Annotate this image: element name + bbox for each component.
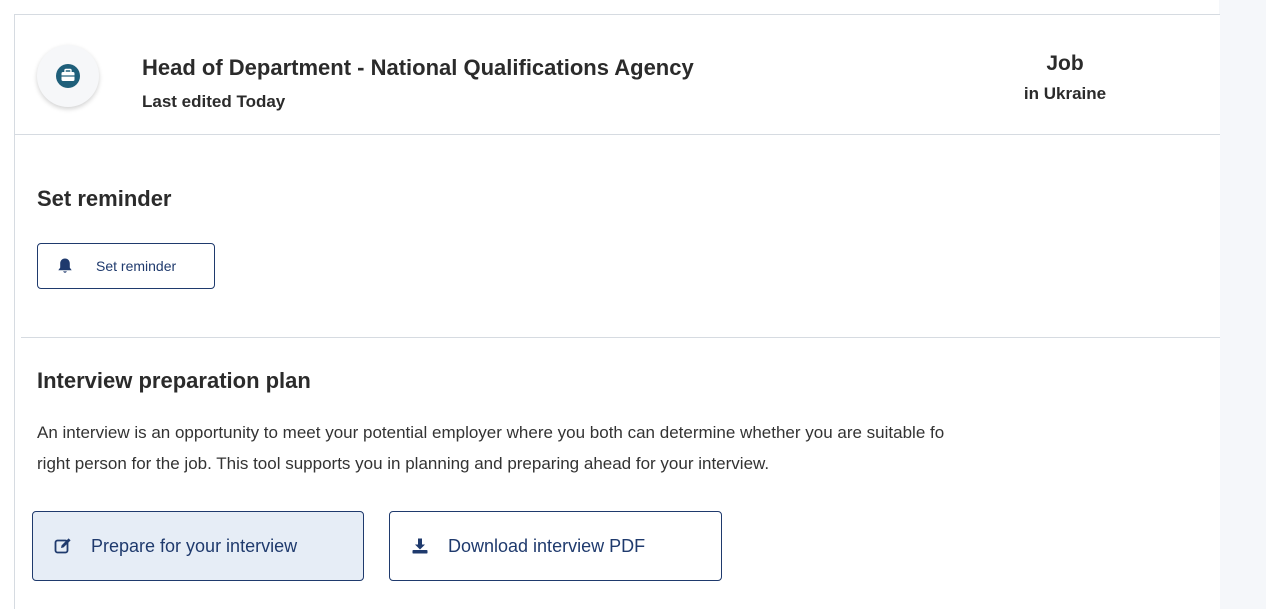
avatar (37, 45, 99, 107)
download-icon (410, 536, 430, 556)
last-edited-label: Last edited Today (142, 92, 286, 111)
job-title: Head of Department - National Qualificat… (142, 55, 694, 80)
set-reminder-button[interactable]: Set reminder (37, 243, 215, 289)
reminder-section-title: Set reminder (37, 186, 172, 211)
section-divider (21, 337, 1220, 338)
interview-section: Interview preparation plan (37, 368, 311, 394)
job-location-label: in Ukraine (1023, 84, 1107, 103)
interview-description-line-2: right person for the job. This tool supp… (37, 454, 770, 473)
page: Head of Department - National Qualificat… (0, 0, 1266, 609)
reminder-section: Set reminder (37, 186, 172, 212)
card-header: Head of Department - National Qualificat… (15, 15, 1220, 135)
interview-description: An interview is an opportunity to meet y… (37, 417, 1220, 479)
right-gutter (1219, 0, 1266, 609)
set-reminder-button-label: Set reminder (96, 258, 177, 274)
interview-description-line-1: An interview is an opportunity to meet y… (37, 423, 945, 442)
briefcase-icon (56, 64, 80, 88)
interview-section-title: Interview preparation plan (37, 368, 311, 393)
download-interview-pdf-button[interactable]: Download interview PDF (389, 511, 722, 581)
download-interview-pdf-button-label: Download interview PDF (448, 535, 646, 556)
edit-icon (53, 536, 73, 556)
job-card: Head of Department - National Qualificat… (14, 14, 1220, 609)
bell-icon (56, 257, 74, 275)
job-type-label: Job (1046, 52, 1084, 75)
prepare-interview-button[interactable]: Prepare for your interview (32, 511, 364, 581)
prepare-interview-button-label: Prepare for your interview (91, 535, 298, 556)
